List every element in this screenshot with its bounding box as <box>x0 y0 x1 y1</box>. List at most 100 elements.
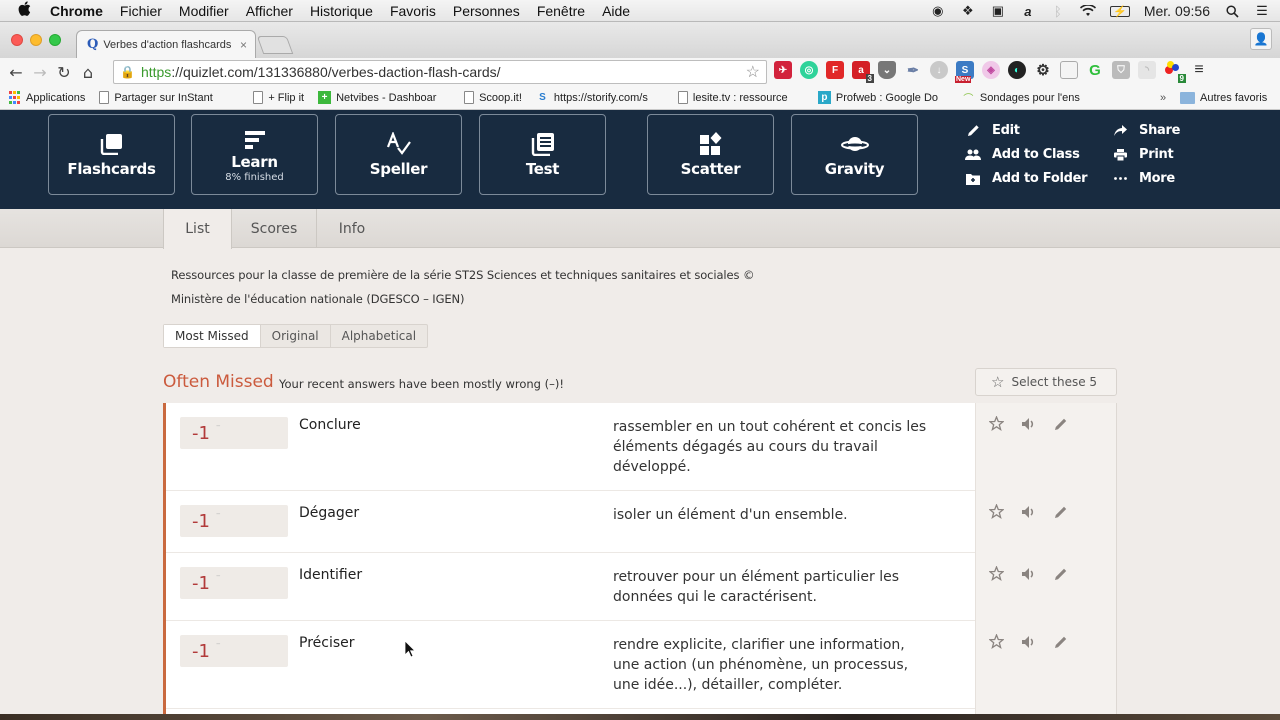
mode-speller-button[interactable]: Speller <box>335 114 462 195</box>
edit-set-button[interactable]: Edit <box>964 122 1087 139</box>
mode-flashcards-button[interactable]: Flashcards <box>48 114 175 195</box>
reload-icon[interactable]: ↻ <box>52 63 76 82</box>
bluetooth-icon[interactable]: ᛒ <box>1050 4 1066 19</box>
print-button[interactable]: Print <box>1111 146 1180 163</box>
bookmark-netvibes[interactable]: + Netvibes - Dashboar <box>318 91 450 104</box>
more-button[interactable]: More <box>1111 170 1180 187</box>
section-subtitle: Your recent answers have been mostly wro… <box>279 377 564 391</box>
menu-modifier[interactable]: Modifier <box>179 3 229 19</box>
minimize-window-button[interactable] <box>30 34 42 46</box>
mouse-cursor-icon <box>404 640 416 662</box>
chrome-menu-icon[interactable]: ≡ <box>1190 61 1208 79</box>
shield-extension-icon[interactable]: ⛉ <box>1112 61 1130 79</box>
new-tab-button[interactable] <box>256 36 294 54</box>
menu-aide[interactable]: Aide <box>602 3 630 19</box>
menu-favoris[interactable]: Favoris <box>390 3 436 19</box>
menu-personnes[interactable]: Personnes <box>453 3 520 19</box>
tab-list[interactable]: List <box>163 209 232 249</box>
bookmark-instant[interactable]: Partager sur InStant <box>99 91 239 104</box>
url-scheme: https <box>140 64 172 80</box>
bookmark-star-icon[interactable]: ☆ <box>746 62 760 82</box>
maximize-window-button[interactable] <box>49 34 61 46</box>
colorzilla-extension-icon[interactable]: ◐ <box>1008 61 1026 79</box>
wifi-icon[interactable] <box>1079 4 1096 18</box>
mode-learn-button[interactable]: Learn 8% finished <box>191 114 318 195</box>
star-icon[interactable] <box>988 415 1005 432</box>
bookmark-sondages[interactable]: ⌒ Sondages pour l'ens <box>962 91 1092 105</box>
spotlight-search-icon[interactable] <box>1224 4 1240 18</box>
flipboard-extension-icon[interactable]: F <box>826 61 844 79</box>
bookmark-other-folder[interactable]: Autres favoris <box>1180 91 1267 104</box>
mode-gravity-button[interactable]: Gravity <box>791 114 918 195</box>
grammarly-extension-icon[interactable]: G <box>1086 61 1104 79</box>
edit-pencil-icon[interactable] <box>1052 565 1069 582</box>
sort-original-button[interactable]: Original <box>261 325 331 347</box>
avira-tray-icon[interactable]: a <box>1020 4 1036 19</box>
multicolor-extension-icon[interactable]: 9 <box>1164 61 1186 83</box>
back-arrow-icon[interactable]: ← <box>4 63 28 82</box>
edit-pencil-icon[interactable] <box>1052 633 1069 650</box>
eyedropper-extension-icon[interactable]: ✒ <box>904 61 922 79</box>
sort-alphabetical-button[interactable]: Alphabetical <box>331 325 427 347</box>
mode-scatter-button[interactable]: Scatter <box>647 114 774 195</box>
sort-most-missed-button[interactable]: Most Missed <box>164 325 261 347</box>
tab-info[interactable]: Info <box>317 209 387 248</box>
edit-pencil-icon[interactable] <box>1052 415 1069 432</box>
rss-extension-icon[interactable]: ◝ <box>1138 61 1156 79</box>
share-button[interactable]: Share <box>1111 122 1180 139</box>
browser-tab-active[interactable]: Q Verbes d'action flashcards × <box>76 30 256 58</box>
star-icon[interactable] <box>988 633 1005 650</box>
edit-pencil-icon[interactable] <box>1052 503 1069 520</box>
notification-center-icon[interactable]: ☰ <box>1254 3 1270 18</box>
extension-green-circle-icon[interactable]: ◎ <box>800 61 818 79</box>
bookmark-profweb[interactable]: p Profweb : Google Do <box>817 91 948 104</box>
menu-historique[interactable]: Historique <box>310 3 373 19</box>
audio-icon[interactable] <box>1020 415 1037 432</box>
news-extension-icon[interactable]: S New <box>955 61 974 83</box>
mode-test-button[interactable]: Test <box>479 114 606 195</box>
bookmark-storify[interactable]: S https://storify.com/s <box>536 91 664 104</box>
pocket-extension-icon[interactable]: ⌄ <box>878 61 896 79</box>
star-icon[interactable] <box>988 565 1005 582</box>
audio-icon[interactable] <box>1020 565 1037 582</box>
battery-icon[interactable]: ⚡ <box>1109 5 1130 18</box>
term-text: Dégager <box>299 505 360 521</box>
document-extension-icon[interactable] <box>1060 61 1078 79</box>
menu-fichier[interactable]: Fichier <box>120 3 162 19</box>
bookmark-lesite[interactable]: lesite.tv : ressource <box>677 91 804 104</box>
star-icon[interactable] <box>988 503 1005 520</box>
bookmark-scoopit[interactable]: Scoop.it! <box>464 91 522 104</box>
people-icon <box>964 149 982 161</box>
address-bar[interactable]: 🔒 https://quizlet.com/131336880/verbes-d… <box>113 60 767 84</box>
menu-afficher[interactable]: Afficher <box>246 3 293 19</box>
tab-close-icon[interactable]: × <box>240 38 247 52</box>
select-these-button[interactable]: ☆ Select these 5 <box>975 368 1117 396</box>
screen-record-icon[interactable]: ▣ <box>990 3 1006 18</box>
dropbox-icon[interactable]: ❖ <box>960 3 976 18</box>
audio-icon[interactable] <box>1020 633 1037 650</box>
extension-pink-icon[interactable]: ◈ <box>982 61 1000 79</box>
bookmark-flipit[interactable]: + Flip it <box>253 91 304 104</box>
add-to-class-button[interactable]: Add to Class <box>964 146 1087 163</box>
record-icon[interactable]: ◉ <box>930 3 946 18</box>
tab-scores[interactable]: Scores <box>232 209 317 248</box>
menu-fenetre[interactable]: Fenêtre <box>537 3 585 19</box>
score-value: -1 <box>192 641 210 662</box>
avira-extension-icon[interactable]: a3 <box>852 61 874 83</box>
definition-text: retrouver pour un élément particulier le… <box>613 569 900 605</box>
profile-avatar-icon[interactable]: 👤 <box>1250 28 1272 50</box>
clock[interactable]: Mer. 09:56 <box>1144 3 1210 19</box>
home-icon[interactable]: ⌂ <box>76 63 100 82</box>
extension-red-icon[interactable]: ✈ <box>774 61 792 79</box>
bookmarks-overflow-button[interactable]: » <box>1160 92 1166 104</box>
audio-icon[interactable] <box>1020 503 1037 520</box>
bookmark-applications[interactable]: Applications <box>8 91 85 104</box>
row-actions <box>988 565 1069 582</box>
close-window-button[interactable] <box>11 34 23 46</box>
add-to-folder-button[interactable]: Add to Folder <box>964 170 1088 187</box>
apple-menu-icon[interactable] <box>18 1 32 20</box>
settings-gear-icon[interactable]: ⚙ <box>1034 61 1052 79</box>
forward-arrow-icon[interactable]: → <box>28 63 52 82</box>
download-extension-icon[interactable]: ↓ <box>930 61 948 79</box>
menu-chrome[interactable]: Chrome <box>50 3 103 19</box>
